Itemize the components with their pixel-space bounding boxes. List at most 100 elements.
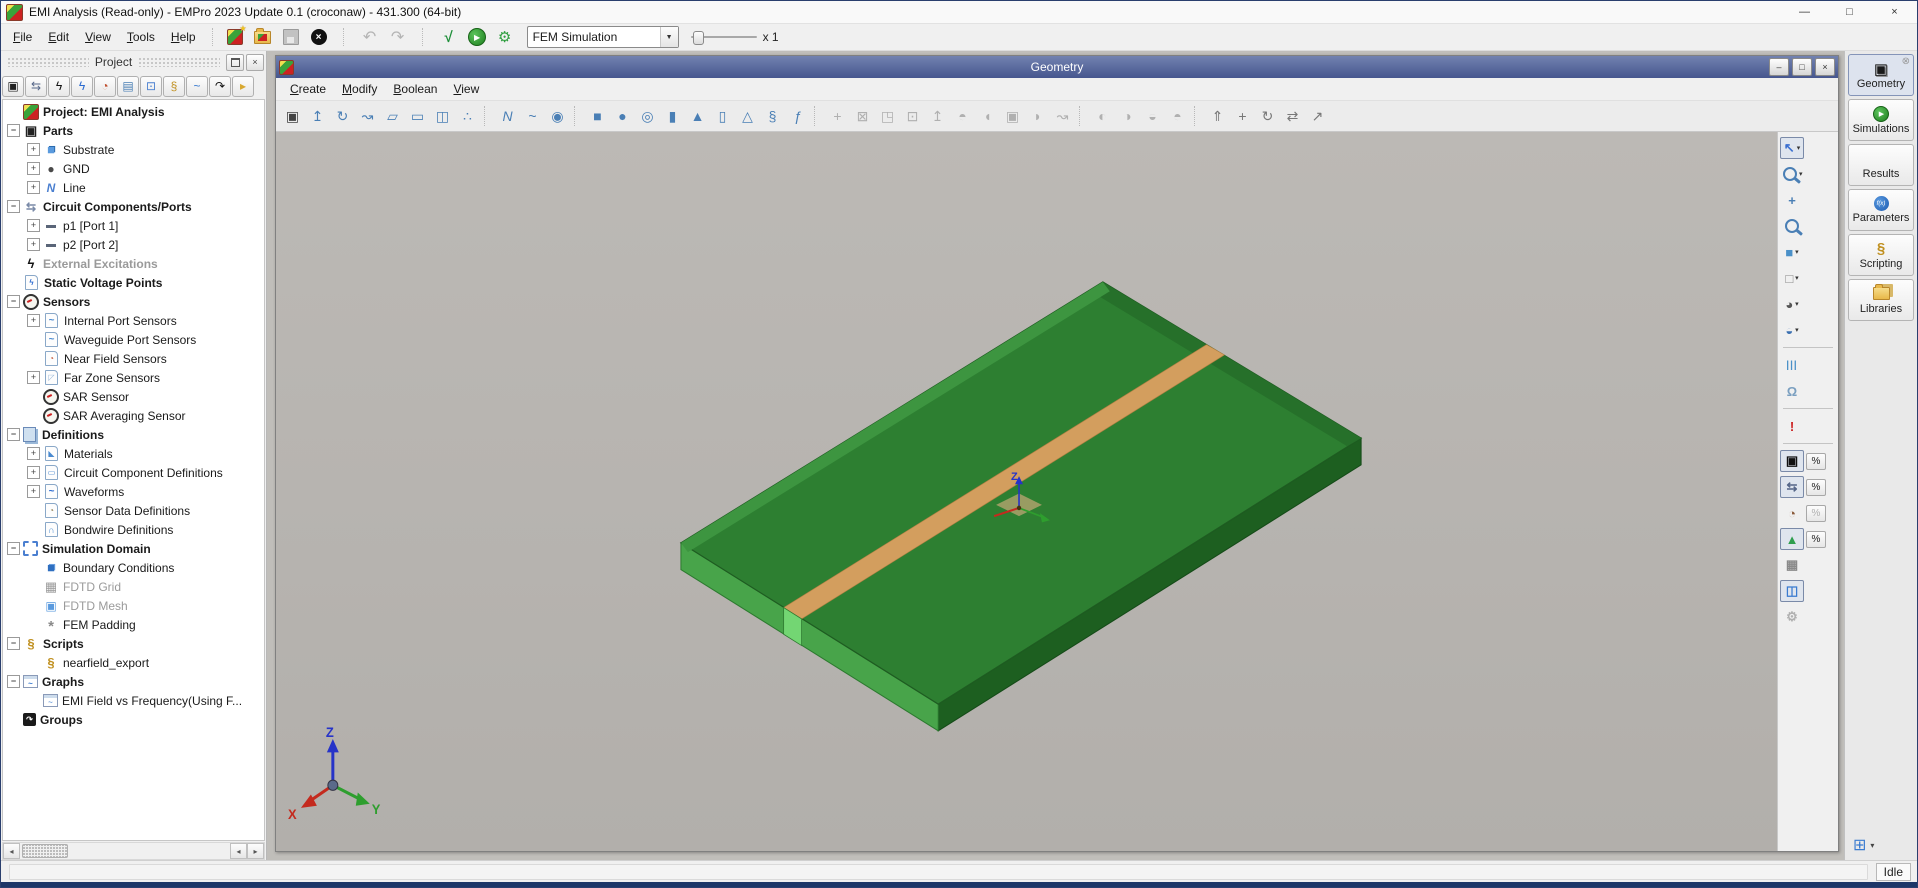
view-solid-mode-button[interactable]: ■ ▾ [1780,241,1804,263]
close-tab-icon[interactable]: ⊗ [1902,56,1910,67]
tree-item[interactable]: + Circuit Component Definitions [3,463,264,482]
close-panel-button[interactable]: × [246,53,265,71]
bend-button[interactable]: ↝ [1050,104,1075,128]
mirror-part-button[interactable]: ⇄ [1280,104,1305,128]
tab-libraries[interactable]: Libraries [1848,279,1914,321]
tree-item[interactable]: Groups [3,710,264,729]
show-tools-button[interactable]: ⚙ [1780,606,1804,628]
tree-item[interactable]: − Simulation Domain [3,539,264,558]
tab-simulations[interactable]: Simulations [1848,99,1914,141]
geometry-title-bar[interactable]: Geometry – □ × [276,56,1838,78]
open-project-button[interactable] [251,26,275,48]
show-mesh-button[interactable]: ▦ [1780,554,1804,576]
menu-edit[interactable]: Edit [40,27,77,47]
expand-icon[interactable]: + [27,485,40,498]
geometry-menu-view[interactable]: View [445,79,487,99]
tree-item[interactable]: − Circuit Components/Ports [3,197,264,216]
torus-button[interactable]: ◎ [635,104,660,128]
parametric-part-button[interactable]: ƒ [785,104,810,128]
show-far-zones-button[interactable]: ▲ [1780,528,1804,550]
tree-item[interactable]: FDTD Mesh [3,596,264,615]
chevron-down-icon[interactable]: ▾ [1795,300,1799,308]
cone-button[interactable]: ▲ [685,104,710,128]
tree-horizontal-scrollbar[interactable]: ◂ ◂ ▸ [2,842,265,860]
tree-item[interactable]: nearfield_export [3,653,264,672]
collapse-icon[interactable]: − [7,428,20,441]
show-sensors-opacity-button[interactable]: % [1806,504,1826,522]
parts-filter-button[interactable]: ▣ [2,75,24,97]
collapse-icon[interactable]: − [7,675,20,688]
groups-filter-button[interactable]: ↷ [209,75,231,97]
expand-icon[interactable]: + [27,466,40,479]
run-simulation-button[interactable] [465,26,489,48]
scripts-filter-button[interactable]: § [163,75,185,97]
minimize-button[interactable]: — [1782,1,1827,23]
menu-tools[interactable]: Tools [119,27,163,47]
redo-button[interactable] [386,26,410,48]
zoom-window-tool-button[interactable]: ▾ [1780,163,1806,185]
expand-icon[interactable]: + [27,238,40,251]
box-button[interactable]: ■ [585,104,610,128]
save-project-button[interactable] [279,26,303,48]
prism-button[interactable]: ▯ [710,104,735,128]
viewport-3d[interactable]: Z Z X Y [276,132,1778,851]
validate-button[interactable] [437,26,461,48]
create-part-button[interactable]: ▣ [280,104,305,128]
components-filter-button[interactable]: ⇆ [25,75,47,97]
tree-item[interactable]: + Line [3,178,264,197]
loft-button[interactable]: ▱ [380,104,405,128]
speed-slider[interactable] [690,29,757,45]
boolean-intersect-button[interactable]: ◒ [1140,104,1165,128]
expand-icon[interactable]: + [27,219,40,232]
tree-item[interactable]: Project: EMI Analysis [3,102,264,121]
boolean-subtract-button[interactable]: ◑ [1115,104,1140,128]
tree-item[interactable]: − Parts [3,121,264,140]
maximize-button[interactable]: □ [1827,1,1872,23]
detach-face-button[interactable]: ◳ [875,104,900,128]
expand-icon[interactable]: + [27,143,40,156]
panel-drag-handle[interactable] [7,57,89,67]
collapse-icon[interactable]: − [7,124,20,137]
excitations-filter-button[interactable]: ϟ [48,75,70,97]
chevron-down-icon[interactable]: ▾ [1795,274,1799,282]
geometry-close-button[interactable]: × [1815,58,1835,76]
tab-geometry[interactable]: ⊗ Geometry [1848,54,1914,96]
chevron-down-icon[interactable]: ▾ [1795,326,1799,334]
geodesic-sphere-button[interactable]: ◉ [545,104,570,128]
voltage-filter-button[interactable]: ϟ [71,75,93,97]
scroll-left-icon[interactable]: ◂ [230,843,247,859]
scrollbar-thumb[interactable] [22,844,68,858]
panel-drag-handle[interactable] [138,57,221,67]
menu-help[interactable]: Help [163,27,204,47]
sphere-button[interactable]: ● [610,104,635,128]
tab-parameters[interactable]: Parameters [1848,189,1914,231]
tree-item[interactable]: External Excitations [3,254,264,273]
spline-button[interactable]: ~ [520,104,545,128]
geometry-menu-modify[interactable]: Modify [334,79,385,99]
shell-button[interactable]: ▣ [1000,104,1025,128]
zoom-parts-tool-button[interactable] [1780,215,1804,237]
slider-handle[interactable] [692,31,704,45]
chevron-down-icon[interactable]: ▾ [1799,170,1803,178]
graphs-filter-button[interactable]: ~ [186,75,208,97]
helix-button[interactable]: § [760,104,785,128]
scroll-right-icon[interactable]: ▸ [247,843,264,859]
tree-item[interactable]: − Scripts [3,634,264,653]
imprint-button[interactable]: ⊡ [900,104,925,128]
show-ports-opacity-button[interactable]: % [1806,478,1826,496]
geometry-restore-button[interactable]: □ [1792,58,1812,76]
open-box-button[interactable]: ◫ [430,104,455,128]
chevron-down-icon[interactable]: ▼ [659,27,678,47]
expand-icon[interactable]: + [27,162,40,175]
extrude-button[interactable]: ↥ [305,104,330,128]
rotate-part-button[interactable]: ↻ [1255,104,1280,128]
tree-item[interactable]: − Definitions [3,425,264,444]
collapse-icon[interactable]: − [7,637,20,650]
tree-item[interactable]: Bondwire Definitions [3,520,264,539]
tree-item[interactable]: + p2 [Port 2] [3,235,264,254]
new-project-button[interactable] [223,24,247,48]
menu-view[interactable]: View [77,27,119,47]
shear-part-button[interactable]: ↗ [1305,104,1330,128]
scale-bars-button[interactable]: ||| [1780,354,1804,376]
pan-tool-button[interactable]: + [1780,189,1804,211]
